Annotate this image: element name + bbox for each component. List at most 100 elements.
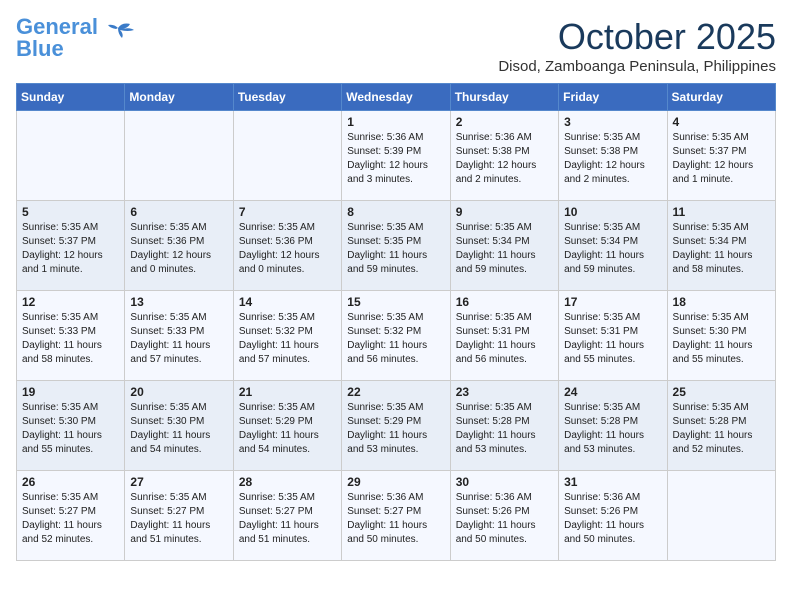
day-info: Sunrise: 5:35 AMSunset: 5:37 PMDaylight:… bbox=[673, 131, 770, 187]
calendar-header-cell: Wednesday bbox=[342, 84, 450, 111]
calendar-day-cell: 9 Sunrise: 5:35 AMSunset: 5:34 PMDaylight… bbox=[450, 201, 558, 291]
day-number: 21 bbox=[239, 385, 336, 399]
calendar-header-cell: Saturday bbox=[667, 84, 775, 111]
day-number: 7 bbox=[239, 205, 336, 219]
day-number: 11 bbox=[673, 205, 770, 219]
calendar-header-row: SundayMondayTuesdayWednesdayThursdayFrid… bbox=[17, 84, 776, 111]
calendar-day-cell: 16 Sunrise: 5:35 AMSunset: 5:31 PMDayligh… bbox=[450, 291, 558, 381]
logo-text: GeneralBlue bbox=[16, 16, 98, 60]
calendar-day-cell: 17 Sunrise: 5:35 AMSunset: 5:31 PMDayligh… bbox=[559, 291, 667, 381]
calendar-day-cell: 25 Sunrise: 5:35 AMSunset: 5:28 PMDayligh… bbox=[667, 381, 775, 471]
day-number: 8 bbox=[347, 205, 444, 219]
day-number: 6 bbox=[130, 205, 227, 219]
day-number: 22 bbox=[347, 385, 444, 399]
calendar-day-cell: 13 Sunrise: 5:35 AMSunset: 5:33 PMDayligh… bbox=[125, 291, 233, 381]
day-number: 28 bbox=[239, 475, 336, 489]
page-header: GeneralBlue October 2025 Disod, Zamboang… bbox=[16, 16, 776, 75]
calendar-header-cell: Thursday bbox=[450, 84, 558, 111]
day-info: Sunrise: 5:35 AMSunset: 5:33 PMDaylight:… bbox=[130, 311, 227, 367]
calendar-day-cell: 21 Sunrise: 5:35 AMSunset: 5:29 PMDayligh… bbox=[233, 381, 341, 471]
calendar-day-cell: 7 Sunrise: 5:35 AMSunset: 5:36 PMDaylight… bbox=[233, 201, 341, 291]
calendar-day-cell: 2 Sunrise: 5:36 AMSunset: 5:38 PMDaylight… bbox=[450, 111, 558, 201]
day-number: 20 bbox=[130, 385, 227, 399]
calendar-day-cell bbox=[125, 111, 233, 201]
day-number: 14 bbox=[239, 295, 336, 309]
calendar-header-cell: Monday bbox=[125, 84, 233, 111]
calendar-day-cell bbox=[233, 111, 341, 201]
day-number: 5 bbox=[22, 205, 119, 219]
calendar-day-cell bbox=[667, 471, 775, 561]
calendar-day-cell: 28Sunrise: 5:35 AMSunset: 5:27 PMDayligh… bbox=[233, 471, 341, 561]
day-info: Sunrise: 5:35 AMSunset: 5:31 PMDaylight:… bbox=[564, 311, 661, 367]
day-info: Sunrise: 5:35 AMSunset: 5:33 PMDaylight:… bbox=[22, 311, 119, 367]
day-info: Sunrise: 5:35 AMSunset: 5:38 PMDaylight:… bbox=[564, 131, 661, 187]
day-info: Sunrise: 5:35 AMSunset: 5:32 PMDaylight:… bbox=[347, 311, 444, 367]
day-info: Sunrise: 5:35 AMSunset: 5:31 PMDaylight:… bbox=[456, 311, 553, 367]
day-info: Sunrise: 5:35 AMSunset: 5:30 PMDaylight:… bbox=[673, 311, 770, 367]
calendar-day-cell: 27 Sunrise: 5:35 AMSunset: 5:27 PMDayligh… bbox=[125, 471, 233, 561]
day-info: Sunrise: 5:35 AMSunset: 5:36 PMDaylight:… bbox=[130, 221, 227, 277]
calendar-day-cell bbox=[17, 111, 125, 201]
day-info: Sunrise: 5:35 AMSunset: 5:28 PMDaylight:… bbox=[564, 401, 661, 457]
day-info: Sunrise: 5:35 AMSunset: 5:34 PMDaylight:… bbox=[456, 221, 553, 277]
day-info: Sunrise: 5:35 AMSunset: 5:27 PMDaylight:… bbox=[22, 491, 119, 547]
calendar-day-cell: 11 Sunrise: 5:35 AMSunset: 5:34 PMDayligh… bbox=[667, 201, 775, 291]
calendar-day-cell: 4 Sunrise: 5:35 AMSunset: 5:37 PMDaylight… bbox=[667, 111, 775, 201]
day-info: Sunrise: 5:35 AMSunset: 5:30 PMDaylight:… bbox=[130, 401, 227, 457]
calendar-header-cell: Tuesday bbox=[233, 84, 341, 111]
calendar-day-cell: 31Sunrise: 5:36 AMSunset: 5:26 PMDayligh… bbox=[559, 471, 667, 561]
day-number: 4 bbox=[673, 115, 770, 129]
calendar-day-cell: 3 Sunrise: 5:35 AMSunset: 5:38 PMDaylight… bbox=[559, 111, 667, 201]
day-info: Sunrise: 5:35 AMSunset: 5:28 PMDaylight:… bbox=[456, 401, 553, 457]
day-info: Sunrise: 5:35 AMSunset: 5:35 PMDaylight:… bbox=[347, 221, 444, 277]
day-number: 25 bbox=[673, 385, 770, 399]
calendar-week-row: 19 Sunrise: 5:35 AMSunset: 5:30 PMDayligh… bbox=[17, 381, 776, 471]
day-number: 3 bbox=[564, 115, 661, 129]
calendar-week-row: 26 Sunrise: 5:35 AMSunset: 5:27 PMDayligh… bbox=[17, 471, 776, 561]
calendar-week-row: 5Sunrise: 5:35 AMSunset: 5:37 PMDaylight… bbox=[17, 201, 776, 291]
day-info: Sunrise: 5:36 AMSunset: 5:38 PMDaylight:… bbox=[456, 131, 553, 187]
day-info: Sunrise: 5:36 AMSunset: 5:27 PMDaylight:… bbox=[347, 491, 444, 547]
calendar-header-cell: Sunday bbox=[17, 84, 125, 111]
day-info: Sunrise: 5:35 AMSunset: 5:28 PMDaylight:… bbox=[673, 401, 770, 457]
day-number: 12 bbox=[22, 295, 119, 309]
calendar-day-cell: 19 Sunrise: 5:35 AMSunset: 5:30 PMDayligh… bbox=[17, 381, 125, 471]
day-info: Sunrise: 5:36 AMSunset: 5:26 PMDaylight:… bbox=[456, 491, 553, 547]
calendar-day-cell: 6 Sunrise: 5:35 AMSunset: 5:36 PMDaylight… bbox=[125, 201, 233, 291]
day-info: Sunrise: 5:35 AMSunset: 5:29 PMDaylight:… bbox=[347, 401, 444, 457]
day-number: 9 bbox=[456, 205, 553, 219]
calendar-header-cell: Friday bbox=[559, 84, 667, 111]
calendar-week-row: 1 Sunrise: 5:36 AMSunset: 5:39 PMDaylight… bbox=[17, 111, 776, 201]
day-info: Sunrise: 5:35 AMSunset: 5:36 PMDaylight:… bbox=[239, 221, 336, 277]
logo-bird-icon bbox=[100, 20, 136, 48]
day-number: 15 bbox=[347, 295, 444, 309]
day-number: 16 bbox=[456, 295, 553, 309]
day-number: 1 bbox=[347, 115, 444, 129]
day-number: 31 bbox=[564, 475, 661, 489]
day-info: Sunrise: 5:35 AMSunset: 5:34 PMDaylight:… bbox=[673, 221, 770, 277]
day-info: Sunrise: 5:36 AMSunset: 5:39 PMDaylight:… bbox=[347, 131, 444, 187]
day-number: 27 bbox=[130, 475, 227, 489]
day-info: Sunrise: 5:35 AMSunset: 5:29 PMDaylight:… bbox=[239, 401, 336, 457]
day-number: 13 bbox=[130, 295, 227, 309]
day-number: 2 bbox=[456, 115, 553, 129]
day-info: Sunrise: 5:35 AMSunset: 5:32 PMDaylight:… bbox=[239, 311, 336, 367]
day-number: 19 bbox=[22, 385, 119, 399]
day-number: 17 bbox=[564, 295, 661, 309]
day-info: Sunrise: 5:35 AMSunset: 5:34 PMDaylight:… bbox=[564, 221, 661, 277]
calendar-day-cell: 5Sunrise: 5:35 AMSunset: 5:37 PMDaylight… bbox=[17, 201, 125, 291]
calendar-day-cell: 14 Sunrise: 5:35 AMSunset: 5:32 PMDayligh… bbox=[233, 291, 341, 381]
day-number: 23 bbox=[456, 385, 553, 399]
calendar-day-cell: 8 Sunrise: 5:35 AMSunset: 5:35 PMDaylight… bbox=[342, 201, 450, 291]
day-info: Sunrise: 5:35 AMSunset: 5:27 PMDaylight:… bbox=[130, 491, 227, 547]
calendar-day-cell: 29 Sunrise: 5:36 AMSunset: 5:27 PMDayligh… bbox=[342, 471, 450, 561]
calendar-week-row: 12 Sunrise: 5:35 AMSunset: 5:33 PMDayligh… bbox=[17, 291, 776, 381]
calendar-day-cell: 30Sunrise: 5:36 AMSunset: 5:26 PMDayligh… bbox=[450, 471, 558, 561]
day-info: Sunrise: 5:35 AMSunset: 5:30 PMDaylight:… bbox=[22, 401, 119, 457]
month-title: October 2025 bbox=[498, 16, 776, 58]
calendar-day-cell: 15 Sunrise: 5:35 AMSunset: 5:32 PMDayligh… bbox=[342, 291, 450, 381]
logo: GeneralBlue bbox=[16, 16, 136, 60]
day-number: 26 bbox=[22, 475, 119, 489]
day-number: 29 bbox=[347, 475, 444, 489]
calendar-day-cell: 24Sunrise: 5:35 AMSunset: 5:28 PMDayligh… bbox=[559, 381, 667, 471]
